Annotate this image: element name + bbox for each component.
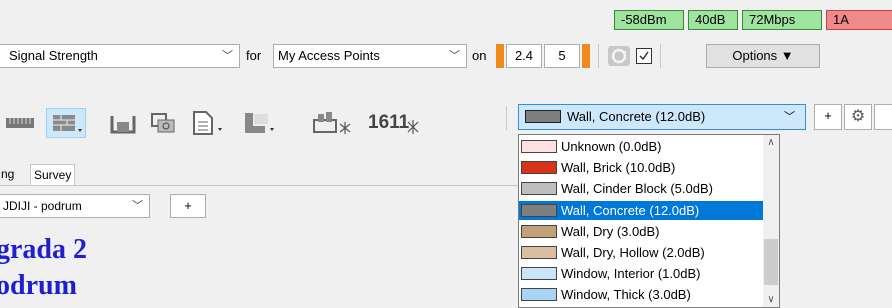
- material-swatch: [521, 246, 557, 259]
- floor-select[interactable]: JDIJI - podrum ﹀: [0, 194, 150, 218]
- scroll-down-icon[interactable]: ∨: [763, 294, 779, 305]
- tab-survey[interactable]: Survey: [30, 164, 76, 185]
- attenuation-area-icon[interactable]: [308, 108, 356, 138]
- material-swatch: [521, 288, 557, 302]
- material-select[interactable]: Wall, Concrete (12.0dB) ﹀: [518, 104, 806, 130]
- page-title: grada 2: [0, 234, 87, 265]
- metric-select[interactable]: Signal Strength ﹀: [0, 44, 240, 68]
- band-24-button[interactable]: 2.4: [506, 44, 542, 68]
- add-floor-button[interactable]: +: [170, 194, 206, 218]
- wall-ruler-icon[interactable]: [0, 108, 36, 138]
- material-dropdown[interactable]: Unknown (0.0dB) Wall, Brick (10.0dB) Wall,…: [518, 134, 780, 308]
- tab-strip: ng Survey: [0, 161, 518, 186]
- material-swatch: [521, 224, 557, 238]
- scroll-up-icon[interactable]: ∧: [763, 137, 779, 148]
- material-swatch: [521, 182, 557, 196]
- band-indicator-left: [496, 44, 504, 68]
- material-swatch: [525, 110, 561, 123]
- material-option-label: Wall, Dry (3.0dB): [561, 223, 660, 239]
- chevron-down-icon: ﹀: [222, 50, 233, 62]
- device-icon[interactable]: [148, 108, 178, 138]
- material-option[interactable]: Wall, Cinder Block (5.0dB): [519, 179, 764, 198]
- for-label: for: [246, 48, 262, 63]
- material-settings-button[interactable]: ⚙: [844, 104, 872, 130]
- material-option[interactable]: Wall, Dry, Hollow (2.0dB): [519, 243, 764, 262]
- door-icon[interactable]: [108, 108, 138, 138]
- area-icon[interactable]: [240, 108, 280, 138]
- band-indicator-right: [582, 44, 590, 68]
- separator: [506, 106, 507, 130]
- options-button[interactable]: Options ▼: [706, 44, 820, 68]
- material-option[interactable]: Window, Thick (3.0dB): [519, 285, 764, 304]
- material-option-label: Wall, Cinder Block (5.0dB): [561, 181, 713, 197]
- material-option-label: Window, Thick (3.0dB): [561, 287, 691, 303]
- material-option-label: Window, Interior (1.0dB): [561, 266, 701, 282]
- document-icon[interactable]: [188, 108, 228, 138]
- material-option[interactable]: Wall, Dry (3.0dB): [519, 222, 764, 241]
- material-swatch: [521, 267, 557, 281]
- refresh-icon[interactable]: [608, 46, 630, 66]
- material-swatch: [521, 203, 557, 217]
- brick-wall-icon[interactable]: [46, 108, 86, 138]
- add-material-button[interactable]: +: [814, 104, 842, 130]
- signal-badge: -58dBm: [614, 10, 684, 30]
- material-option[interactable]: Unknown (0.0dB): [519, 137, 764, 156]
- separator: [598, 44, 599, 68]
- floor-number-icon[interactable]: 1611: [362, 108, 422, 138]
- band-5-button[interactable]: 5: [544, 44, 580, 68]
- scrollbar[interactable]: ∧ ∨: [763, 135, 779, 307]
- page-subtitle: odrum: [0, 270, 77, 301]
- chevron-down-icon: ﹀: [784, 111, 795, 123]
- material-select-value: Wall, Concrete (12.0dB): [567, 109, 706, 124]
- snr-badge: 40dB: [688, 10, 738, 30]
- separator: [660, 44, 661, 68]
- material-option[interactable]: Window, Interior (1.0dB): [519, 264, 764, 283]
- chevron-down-icon: ﹀: [132, 200, 143, 212]
- material-option-label: Wall, Brick (10.0dB): [561, 160, 676, 176]
- checkbox[interactable]: [636, 48, 652, 64]
- material-option-label: Wall, Dry, Hollow (2.0dB): [561, 245, 705, 260]
- tab-partial[interactable]: ng: [0, 164, 17, 184]
- material-swatch: [521, 140, 557, 153]
- material-swatch: [521, 161, 557, 175]
- rate-badge: 72Mbps: [742, 10, 822, 30]
- material-option-label: Unknown (0.0dB): [561, 139, 662, 154]
- ap-filter-select[interactable]: My Access Points ﹀: [273, 44, 467, 68]
- chevron-down-icon: ﹀: [449, 50, 460, 62]
- gear-icon: ⚙: [850, 108, 866, 125]
- material-option[interactable]: Wall, Brick (10.0dB): [519, 158, 764, 177]
- material-option-label: Wall, Concrete (12.0dB): [561, 202, 700, 218]
- scrollbar-thumb[interactable]: [764, 239, 778, 285]
- metric-select-value: Signal Strength: [9, 48, 98, 63]
- ap-filter-value: My Access Points: [278, 48, 380, 63]
- remove-material-button[interactable]: [874, 104, 892, 130]
- floor-select-value: JDIJI - podrum: [3, 199, 82, 213]
- on-label: on: [472, 48, 487, 63]
- extra-badge: 1A: [826, 10, 892, 30]
- material-option[interactable]: Wall, Concrete (12.0dB): [519, 200, 764, 220]
